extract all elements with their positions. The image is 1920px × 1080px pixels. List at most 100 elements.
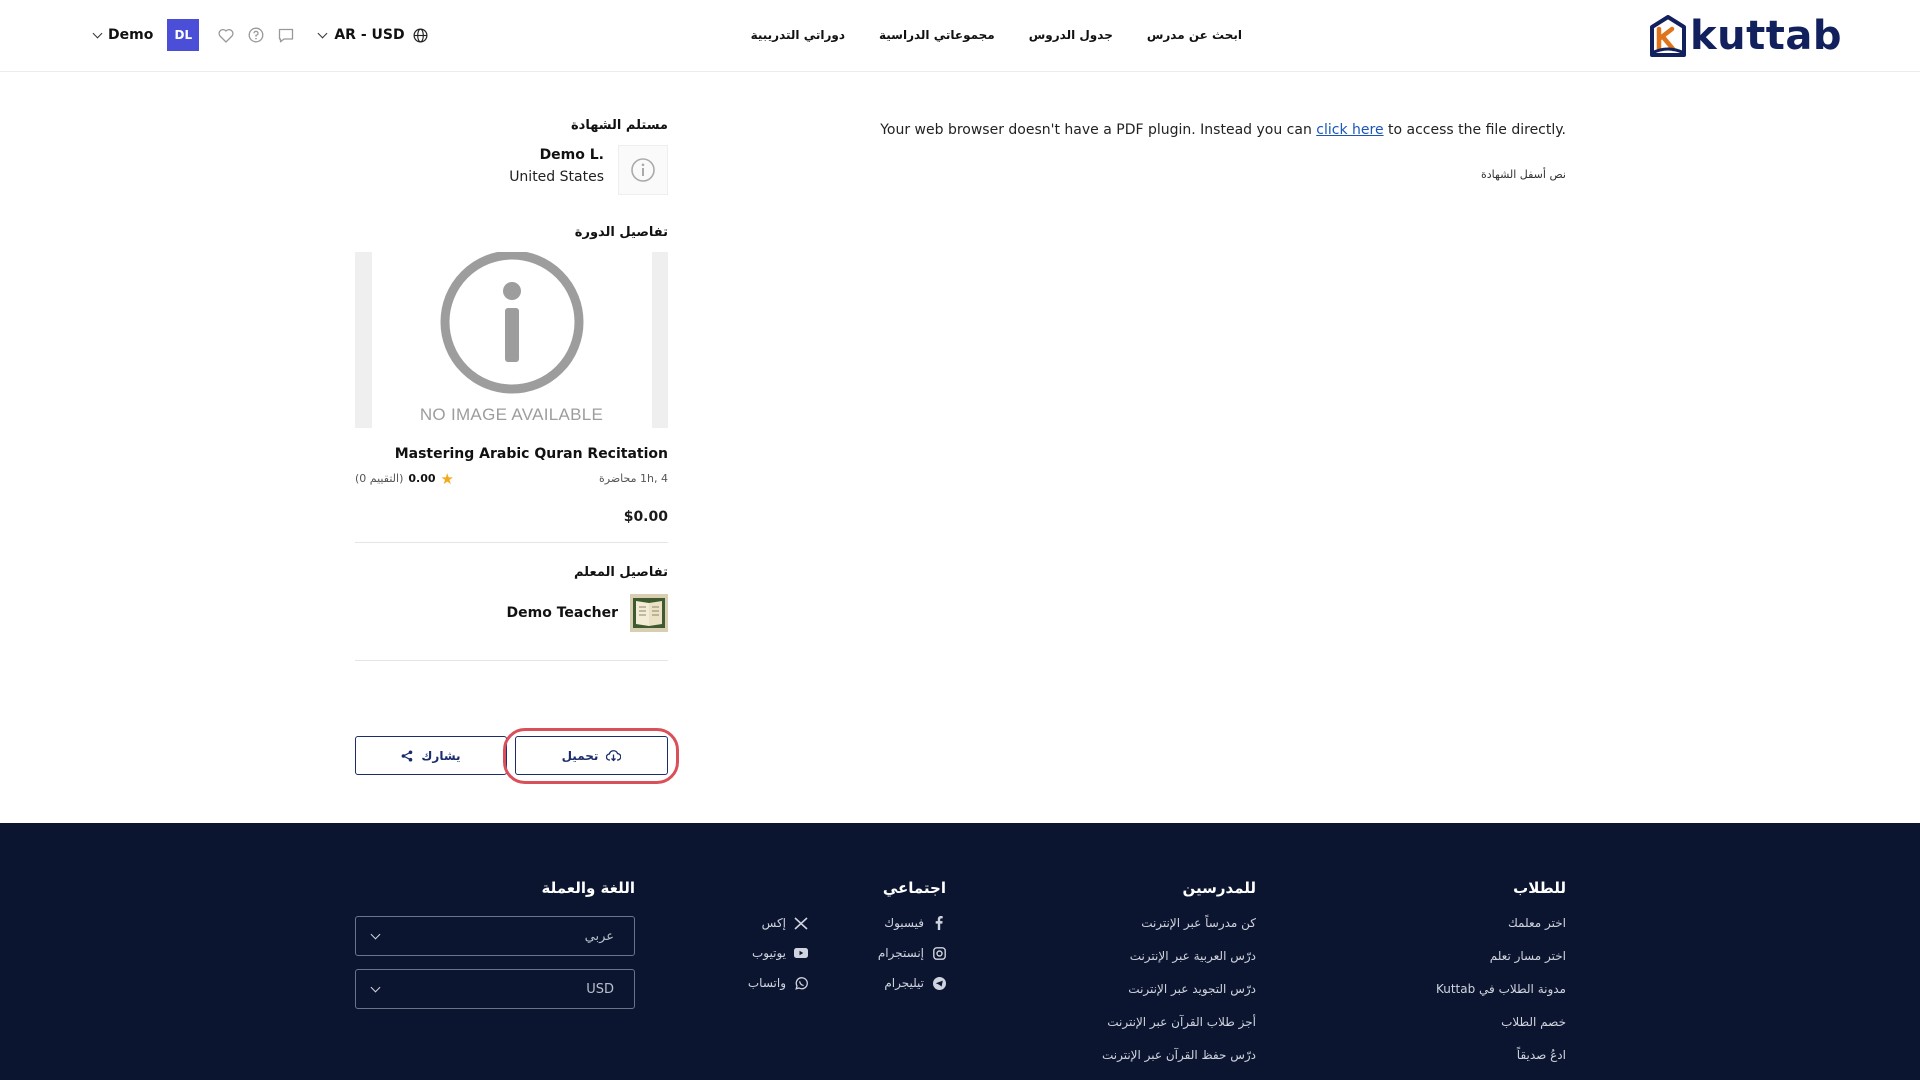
footer-link[interactable]: كن مدرساً عبر الإنترنت [1102,916,1256,930]
certificate-sidebar: مستلم الشهادة Demo L. United States تفاص… [355,118,668,661]
course-meta: 4 ,1h محاضرة (0 التقييم) 0.00 ★ [355,471,668,486]
no-image-text: NO IMAGE AVAILABLE [419,405,604,424]
currency-select-value: USD [586,981,614,997]
course-section-title: تفاصيل الدورة [574,225,668,240]
recipient-thumbnail [618,145,668,195]
recipient-country: United States [509,169,604,185]
course-image-placeholder: NO IMAGE AVAILABLE [355,252,668,428]
telegram-icon [932,976,946,990]
pdf-plugin-message: Your web browser doesn't have a PDF plug… [880,122,1566,138]
footer-language-title: اللغة والعملة [541,879,635,897]
help-icon[interactable] [247,26,265,44]
social-whatsapp[interactable]: واتساب [706,976,808,990]
social-links: فيسبوك إكس إنستجرام يوتيوب تيليجرام واتس… [706,916,946,990]
chat-icon[interactable] [277,26,295,44]
locale-selector[interactable]: AR - USD [317,27,428,43]
footer-teachers-title: للمدرسين [1182,879,1256,897]
course-image-inner: NO IMAGE AVAILABLE [371,252,652,428]
chevron-down-icon [317,28,328,38]
course-rating: (0 التقييم) 0.00 ★ [355,471,454,486]
teacher-thumbnail [630,594,668,632]
certificate-footer-text: نص أسفل الشهادة [1480,168,1566,181]
footer-students-title: للطلاب [1513,879,1566,897]
site-header: kuttab ابحث عن مدرس جدول الدروس مجموعاتي… [0,0,1920,72]
social-label: فيسبوك [884,916,924,930]
pdf-click-here-link[interactable]: click here [1316,122,1383,138]
avatar[interactable]: DL [167,19,200,51]
footer-students-column: للطلاب اختر معلمك اختر مسار تعلم مدونة ا… [1436,879,1566,1080]
kuttab-logo-icon [1650,15,1687,57]
info-icon [631,158,655,182]
footer-link[interactable]: درّس التجويد عبر الإنترنت [1102,982,1256,996]
nav-my-courses[interactable]: دوراتي التدريبية [751,28,845,42]
certificate-actions: يشارك تحميل [355,728,679,784]
teacher-name: Demo Teacher [506,605,619,621]
teacher-card[interactable]: Demo Teacher [355,594,668,632]
info-icon [440,252,583,394]
course-price: $0.00 [623,509,668,525]
course-lectures: 4 ,1h محاضرة [599,472,668,485]
site-footer: للطلاب اختر معلمك اختر مسار تعلم مدونة ا… [0,823,1920,1080]
download-button[interactable]: تحميل [515,736,668,775]
recipient-info: Demo L. United States [509,145,604,195]
chevron-down-icon [92,28,103,38]
rating-value: 0.00 [408,472,436,485]
pdf-message-post: to access the file directly. [1383,122,1566,138]
recipient-name: Demo L. [539,147,604,163]
divider [355,542,668,543]
footer-teachers-column: للمدرسين كن مدرساً عبر الإنترنت درّس الع… [1102,879,1256,1080]
download-label: تحميل [561,748,599,763]
social-label: يوتيوب [752,946,786,960]
footer-link[interactable]: درّس العربية عبر الإنترنت [1102,949,1256,963]
chevron-down-icon [370,982,381,992]
heart-icon[interactable] [217,26,235,44]
share-label: يشارك [421,748,461,763]
locale-label: AR - USD [334,27,405,43]
currency-select[interactable]: USD [355,969,635,1009]
footer-link[interactable]: ادعُ صديقاً [1436,1048,1566,1062]
kuttab-logo[interactable]: kuttab [1648,14,1842,58]
footer-language-column: اللغة والعملة عربي USD [355,879,635,1022]
footer-link[interactable]: مدونة الطلاب في Kuttab [1436,982,1566,996]
teacher-section-title: تفاصيل المعلم [573,565,668,580]
language-select[interactable]: عربي [355,916,635,956]
social-label: إكس [761,916,786,930]
chevron-down-icon [370,929,381,939]
footer-link[interactable]: درّس حفظ القرآن عبر الإنترنت [1102,1048,1256,1062]
social-telegram[interactable]: تيليجرام [808,976,946,990]
header-utilities: Demo DL AR - USD [92,0,428,70]
share-button[interactable]: يشارك [355,736,507,775]
social-youtube[interactable]: يوتيوب [706,946,808,960]
globe-icon [413,28,428,42]
cloud-download-icon [606,750,622,762]
footer-link[interactable]: اختر مسار تعلم [1436,949,1566,963]
divider [355,660,668,661]
course-name[interactable]: Mastering Arabic Quran Recitation [355,446,668,462]
whatsapp-icon [794,976,808,990]
instagram-icon [932,946,946,960]
language-select-value: عربي [584,928,614,944]
rating-count: (0 التقييم) [355,472,404,485]
share-icon [402,750,413,761]
recipient-section-title: مستلم الشهادة [571,118,668,133]
social-instagram[interactable]: إنستجرام [808,946,946,960]
social-label: تيليجرام [884,976,924,990]
nav-my-groups[interactable]: مجموعاتي الدراسية [879,28,995,42]
footer-link[interactable]: أجز طلاب القرآن عبر الإنترنت [1102,1015,1256,1029]
nav-find-teacher[interactable]: ابحث عن مدرس [1147,28,1242,42]
nav-lesson-schedule[interactable]: جدول الدروس [1029,28,1113,42]
footer-social-column: اجتماعي فيسبوك إكس إنستجرام يوتيوب تيليج… [706,879,946,990]
user-name: Demo [108,27,154,43]
x-icon [794,916,808,930]
facebook-icon [932,916,946,930]
pdf-message-pre: Your web browser doesn't have a PDF plug… [880,122,1317,138]
social-label: واتساب [747,976,786,990]
footer-link[interactable]: اختر معلمك [1436,916,1566,930]
social-facebook[interactable]: فيسبوك [808,916,946,930]
social-x[interactable]: إكس [706,916,808,930]
logo-text: kuttab [1690,13,1842,59]
footer-link[interactable]: خصم الطلاب [1436,1015,1566,1029]
user-menu[interactable]: Demo [92,27,153,43]
youtube-icon [794,946,808,960]
footer-social-title: اجتماعي [882,879,946,897]
